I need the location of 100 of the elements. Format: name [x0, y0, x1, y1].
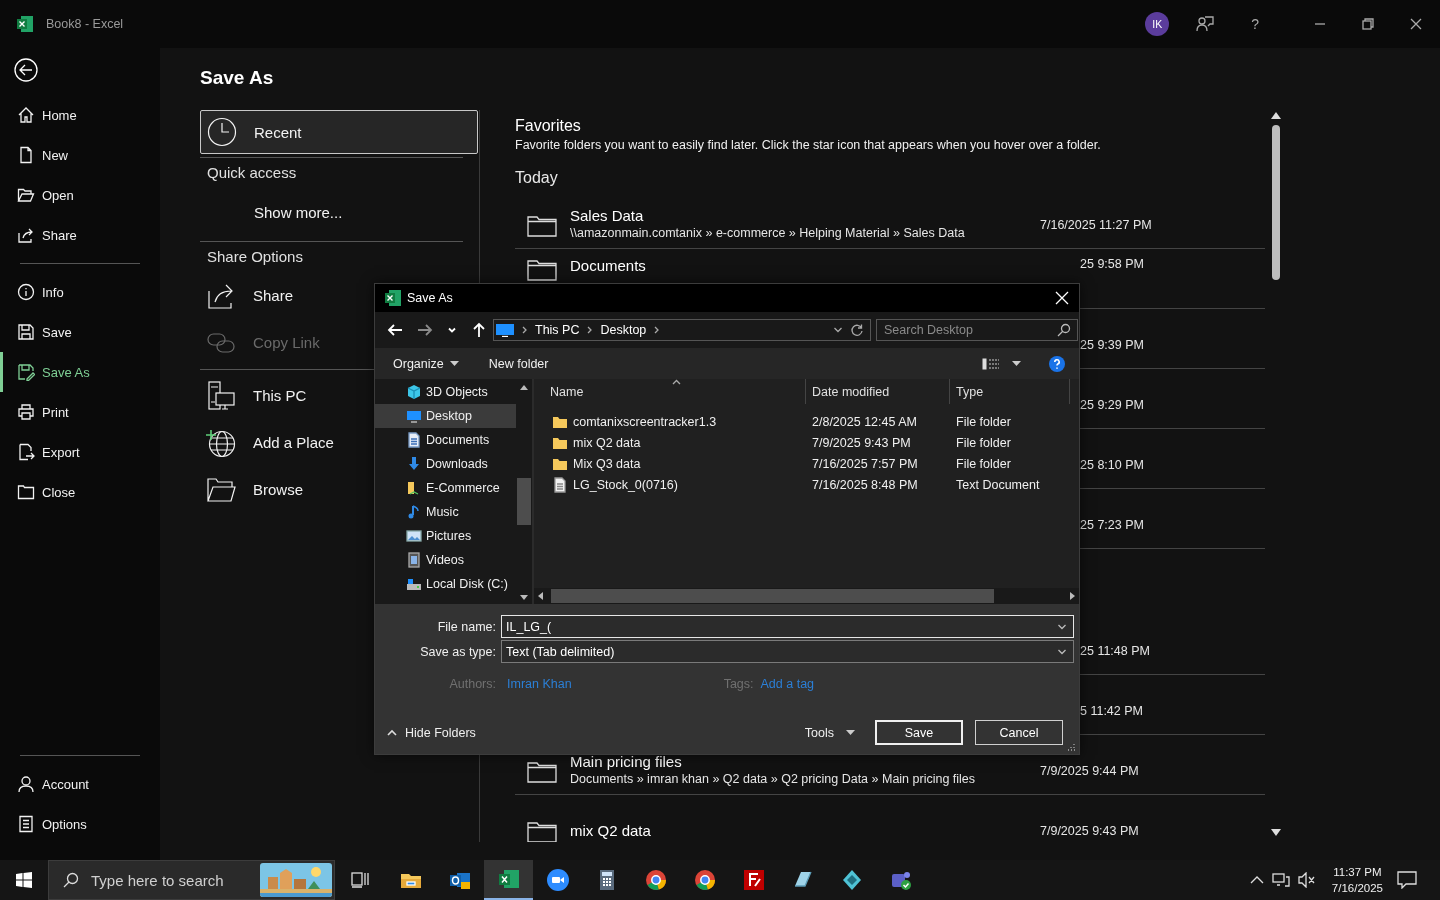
section-heading: Share Options: [206, 247, 304, 267]
description-text: Favorite folders you want to easily find later. Click the star icon that appears when you hover over a folder.: [515, 137, 1102, 154]
notifications-icon[interactable]: [1397, 871, 1417, 889]
nav-item[interactable]: New: [0, 135, 160, 175]
desktop-icon: [406, 408, 422, 424]
file-name[interactable]: LG_Stock_0(0716): [573, 477, 678, 492]
save-button[interactable]: Save: [875, 720, 963, 745]
type-cell-text: Text Document: [955, 477, 1041, 492]
column-header[interactable]: Type: [950, 379, 1070, 404]
tree-item[interactable]: Pictures: [375, 524, 516, 548]
date-text: 7/16/2025 11:27 PM: [1040, 217, 1152, 232]
restore-icon[interactable]: [1362, 18, 1374, 30]
folder-name[interactable]: Main pricing files: [570, 753, 682, 771]
start-icon[interactable]: [16, 872, 32, 888]
computer-icon: [206, 380, 236, 411]
nav-item[interactable]: Share: [0, 215, 160, 255]
open-folder-icon: [17, 186, 35, 204]
location-item[interactable]: Share: [200, 272, 300, 319]
chevron-down-icon[interactable]: [833, 325, 843, 335]
address-bar[interactable]: This PC Desktop: [493, 319, 871, 341]
clock-time[interactable]: 11:37 PM: [1333, 864, 1382, 880]
nav-item[interactable]: Account: [0, 764, 160, 804]
date-cell-text: 7/16/2025 8:48 PM: [811, 477, 919, 492]
column-header[interactable]: Name: [534, 379, 806, 404]
view-options-icon[interactable]: [982, 357, 1000, 370]
column-header[interactable]: Date modified: [806, 379, 950, 404]
date-text: 25 9:39 PM: [1080, 337, 1144, 352]
feedback-icon[interactable]: [1196, 15, 1215, 33]
show-more-link[interactable]: Show more...: [200, 188, 463, 238]
tree-item[interactable]: 3D Objects: [375, 380, 516, 404]
tree-item[interactable]: Downloads: [375, 452, 516, 476]
spreadsheet-logo-icon: [16, 15, 34, 33]
taskbar-app[interactable]: [484, 860, 533, 900]
close-icon[interactable]: [1410, 18, 1422, 30]
nav-item[interactable]: Open: [0, 175, 160, 215]
task-view-icon[interactable]: [351, 872, 369, 888]
section-heading: Quick access: [206, 163, 298, 183]
new-folder-button[interactable]: New folder: [488, 356, 549, 371]
nav-item[interactable]: Home: [0, 95, 160, 135]
file-name[interactable]: Mix Q3 data: [573, 456, 641, 471]
organize-menu[interactable]: Organize: [393, 356, 459, 371]
search-field[interactable]: Type here to search: [48, 860, 335, 900]
search-field[interactable]: Search Desktop: [876, 319, 1078, 341]
location-item[interactable]: Browse: [200, 466, 310, 513]
help-button[interactable]: ?: [1251, 16, 1259, 32]
nav-item[interactable]: Save: [0, 312, 160, 352]
nav-item[interactable]: Save As: [0, 352, 160, 392]
info-icon: [17, 283, 35, 301]
field-label: Authors:: [448, 677, 496, 691]
date-text: 7/9/2025 9:43 PM: [1040, 823, 1139, 838]
chevron-right-icon: [521, 325, 528, 335]
chevron-up-icon[interactable]: [1249, 875, 1264, 885]
tree-item[interactable]: Documents: [375, 428, 516, 452]
nav-item[interactable]: Close: [0, 472, 160, 512]
date-text: 25 9:58 PM: [1080, 257, 1144, 271]
clock-icon: [207, 117, 237, 147]
tree-item[interactable]: Local Disk (C:): [375, 572, 516, 596]
scrollbar[interactable]: [1270, 112, 1282, 836]
hide-folders-button[interactable]: Hide Folders: [387, 725, 476, 740]
location-item[interactable]: Add a Place: [200, 419, 340, 466]
breadcrumb[interactable]: Desktop: [600, 323, 647, 337]
location-item[interactable]: Recent: [200, 110, 478, 154]
file-type-dropdown[interactable]: Text (Tab delimited): [501, 640, 1074, 663]
search-icon: [63, 872, 79, 888]
up-arrow-icon[interactable]: [471, 322, 487, 338]
tree-item[interactable]: Music: [375, 500, 516, 524]
avatar[interactable]: IK: [1145, 12, 1170, 36]
nav-item[interactable]: Print: [0, 392, 160, 432]
folder-path: \\amazonmain.comtanix » e-commerce » Helping Material » Sales Data: [570, 225, 966, 242]
nav-item[interactable]: Info: [0, 272, 160, 312]
file-name[interactable]: comtanixscreentracker1.3: [573, 414, 717, 429]
type-cell-text: File folder: [955, 456, 1012, 471]
save-as-icon: [17, 363, 35, 381]
nav-item[interactable]: Options: [0, 804, 160, 844]
file-name[interactable]: mix Q2 data: [573, 435, 641, 450]
file-transfer-icon: [741, 868, 766, 892]
folder-name[interactable]: Documents: [570, 257, 646, 275]
muted-speaker-icon[interactable]: [1297, 872, 1316, 888]
chevron-up-icon: [387, 728, 397, 737]
folder-name[interactable]: Sales Data: [570, 207, 644, 225]
file-name-field[interactable]: IL_LG_(: [501, 615, 1074, 638]
section-heading: Favorites: [515, 116, 582, 136]
tools-menu[interactable]: Tools: [804, 725, 855, 740]
network-icon[interactable]: [1271, 872, 1290, 888]
scrollbar[interactable]: [534, 588, 1079, 604]
tree-item[interactable]: Videos: [375, 548, 516, 572]
refresh-icon[interactable]: [850, 323, 864, 337]
nav-item[interactable]: Export: [0, 432, 160, 472]
caret-icon[interactable]: [1012, 360, 1021, 367]
caret-icon: [846, 729, 855, 736]
help-icon[interactable]: [1049, 355, 1065, 372]
folder-name[interactable]: mix Q2 data: [570, 821, 651, 840]
clock-date[interactable]: 7/16/2025: [1331, 880, 1383, 896]
tree-item[interactable]: E-Commerce: [375, 476, 516, 500]
location-item[interactable]: This PC: [200, 372, 313, 419]
back-arrow-icon[interactable]: [387, 322, 403, 338]
cancel-button[interactable]: Cancel: [975, 720, 1063, 745]
breadcrumb[interactable]: This PC: [535, 323, 580, 337]
tree-item[interactable]: Desktop: [375, 404, 516, 428]
back-icon[interactable]: [14, 58, 38, 82]
